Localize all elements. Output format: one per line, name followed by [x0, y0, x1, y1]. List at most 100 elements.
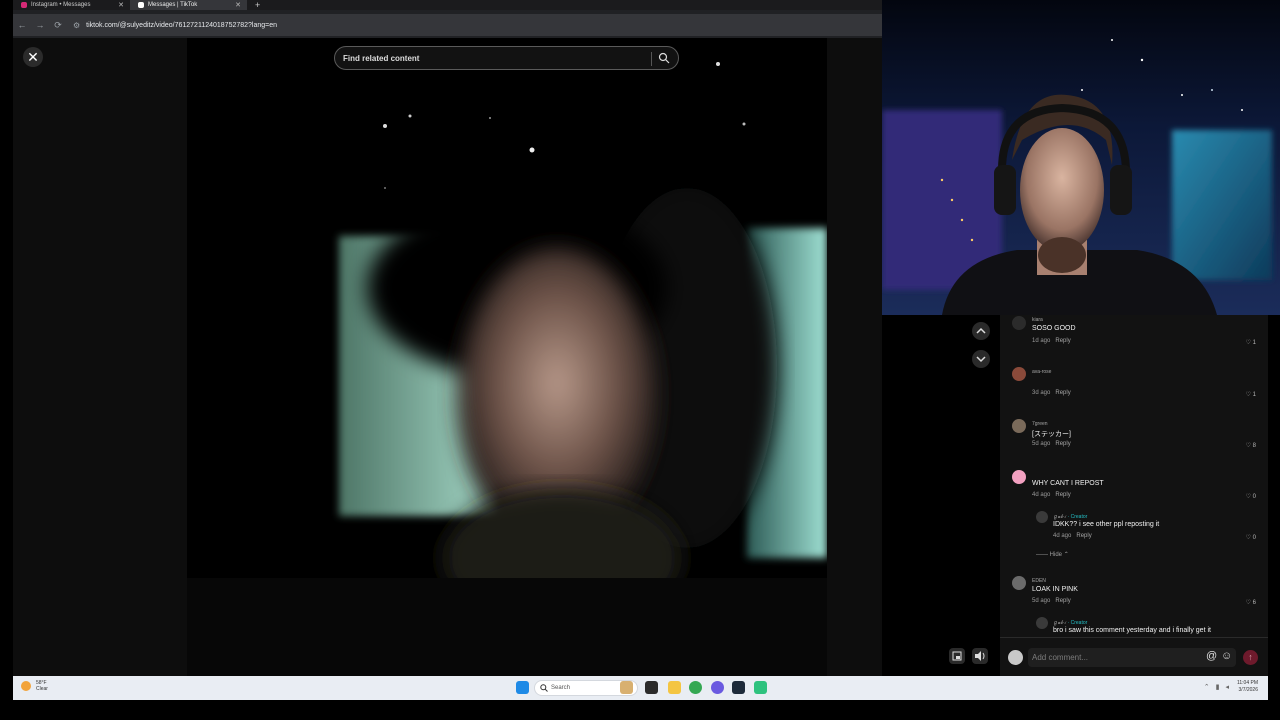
picture-in-picture-button[interactable]: [949, 648, 965, 664]
search-icon[interactable]: [658, 52, 670, 64]
search-icon: [540, 684, 548, 692]
forward-arrow-icon[interactable]: →: [31, 20, 49, 30]
comment-text: WHY CANT I REPOST: [1032, 480, 1104, 487]
divider: [651, 52, 652, 66]
related-search-input[interactable]: Find related content: [334, 46, 679, 70]
mention-icon[interactable]: @: [1206, 650, 1217, 662]
comment-text: LOAK IN PINK: [1032, 586, 1078, 593]
comment-time: 5d ago: [1032, 598, 1051, 604]
network-icon[interactable]: ▮: [1216, 683, 1220, 691]
app-icon[interactable]: [732, 681, 745, 694]
video-player[interactable]: [187, 38, 827, 676]
reply-button[interactable]: Reply: [1055, 390, 1070, 396]
close-button[interactable]: ✕: [23, 47, 43, 67]
avatar: [1008, 650, 1023, 665]
comment-meta: 4d ago Reply: [1032, 492, 1071, 498]
previous-video-button[interactable]: [972, 322, 990, 340]
new-tab-button[interactable]: +: [255, 0, 260, 10]
tab-instagram[interactable]: Instagram • Messages ✕: [13, 0, 130, 10]
reply-username-row[interactable]: ℊ𝒶𝒷·𝒾 · Creator: [1053, 513, 1087, 520]
weather-widget[interactable]: 58°F Clear: [21, 680, 48, 692]
reply-username-row[interactable]: ℊ𝒶𝒷·𝒾 · Creator: [1053, 619, 1087, 626]
creator-badge: · Creator: [1067, 514, 1088, 520]
reply-text: bro i saw this comment yesterday and i f…: [1053, 627, 1211, 634]
chevron-up-icon[interactable]: ⌃: [1204, 683, 1210, 691]
comment-meta: 1d ago Reply: [1032, 338, 1071, 344]
reply-button[interactable]: Reply: [1076, 533, 1091, 539]
comment-time: 1d ago: [1032, 338, 1051, 344]
heart-icon: ♡: [1245, 535, 1251, 541]
hide-replies-button[interactable]: —— Hide ⌃: [1036, 551, 1069, 558]
like-button[interactable]: ♡ 0: [1246, 534, 1256, 541]
like-button[interactable]: ♡ 8: [1246, 442, 1256, 449]
start-icon[interactable]: [516, 681, 529, 694]
like-button[interactable]: ♡ 1: [1246, 339, 1256, 346]
reply-button[interactable]: Reply: [1055, 338, 1070, 344]
like-button[interactable]: ♡ 6: [1246, 599, 1256, 606]
weather-desc: Clear: [36, 686, 48, 692]
volume-button[interactable]: [972, 648, 988, 664]
url-field[interactable]: ⚙ tiktok.com/@sulyeditz/video/7612721124…: [73, 21, 277, 30]
close-tab-icon[interactable]: ✕: [118, 1, 124, 9]
comment-username[interactable]: kiara: [1032, 317, 1043, 323]
file-explorer-icon[interactable]: [668, 681, 681, 694]
like-button[interactable]: ♡ 1: [1246, 391, 1256, 398]
site-info-icon[interactable]: ⚙: [73, 21, 80, 30]
send-button[interactable]: ↑: [1243, 650, 1258, 665]
avatar[interactable]: [1036, 511, 1048, 523]
weather-text: 58°F Clear: [36, 680, 48, 692]
tab-label: Instagram • Messages: [31, 2, 91, 8]
avatar[interactable]: [1012, 576, 1026, 590]
like-count: 0: [1252, 535, 1256, 541]
avatar[interactable]: [1012, 316, 1026, 330]
screen: Instagram • Messages ✕ Messages | TikTok…: [0, 0, 1280, 720]
reload-icon[interactable]: ⟳: [49, 20, 67, 31]
next-video-button[interactable]: [972, 350, 990, 368]
task-view-icon[interactable]: [645, 681, 658, 694]
like-count: 0: [1252, 494, 1256, 500]
clock[interactable]: 11:04 PM 3/7/2026: [1237, 680, 1258, 694]
webcam-overlay: [882, 0, 1280, 315]
heart-icon: ♡: [1245, 443, 1251, 449]
sun-icon: [21, 681, 31, 691]
webcam-feed: [882, 0, 1280, 315]
reply-text: IDKK?? i see other ppl reposting it: [1053, 521, 1160, 528]
add-comment-bar: Add comment... @ ☺ ↑: [1000, 637, 1268, 676]
reply-button[interactable]: Reply: [1055, 492, 1070, 498]
back-arrow-icon[interactable]: ←: [13, 20, 31, 30]
volume-icon[interactable]: ◂: [1225, 683, 1229, 691]
avatar[interactable]: [1036, 617, 1048, 629]
like-button[interactable]: ♡ 0: [1246, 493, 1256, 500]
avatar[interactable]: [1012, 470, 1026, 484]
comment-input[interactable]: Add comment...: [1028, 648, 1236, 667]
tiktok-icon: [138, 2, 144, 8]
widget-icon[interactable]: [620, 681, 633, 694]
chevron-down-icon: [976, 356, 986, 363]
comment-time: 5d ago: [1032, 441, 1051, 447]
app-icon[interactable]: [754, 681, 767, 694]
comment-username[interactable]: EDEN: [1032, 578, 1046, 584]
tab-tiktok[interactable]: Messages | TikTok ✕: [130, 0, 247, 10]
comment-username[interactable]: 7green: [1032, 421, 1048, 427]
avatar[interactable]: [1012, 367, 1026, 381]
avatar[interactable]: [1012, 419, 1026, 433]
emoji-icon[interactable]: ☺: [1221, 650, 1232, 662]
taskbar-search-label: Search: [551, 685, 571, 691]
messenger-icon[interactable]: [711, 681, 724, 694]
reply-button[interactable]: Reply: [1055, 598, 1070, 604]
chrome-icon[interactable]: [689, 681, 702, 694]
reply-button[interactable]: Reply: [1055, 441, 1070, 447]
comment-time: 3d ago: [1032, 390, 1051, 396]
hide-label: Hide: [1049, 552, 1063, 558]
url-text: tiktok.com/@sulyeditz/video/761272112401…: [86, 21, 278, 29]
comment-text: SOSO GOOD: [1032, 325, 1076, 332]
browser-window: Instagram • Messages ✕ Messages | TikTok…: [13, 0, 882, 38]
like-count: 1: [1252, 392, 1256, 398]
video-frame: [187, 38, 827, 676]
comment-meta: 5d ago Reply: [1032, 441, 1071, 447]
taskbar: 58°F Clear Search ⌃ ▮ ◂ 11:04 PM 3/7/202…: [13, 676, 1268, 700]
comment-username[interactable]: ava-rose: [1032, 369, 1051, 375]
heart-icon: ♡: [1245, 494, 1251, 500]
search-placeholder: Find related content: [343, 53, 420, 63]
close-tab-icon[interactable]: ✕: [235, 1, 241, 9]
